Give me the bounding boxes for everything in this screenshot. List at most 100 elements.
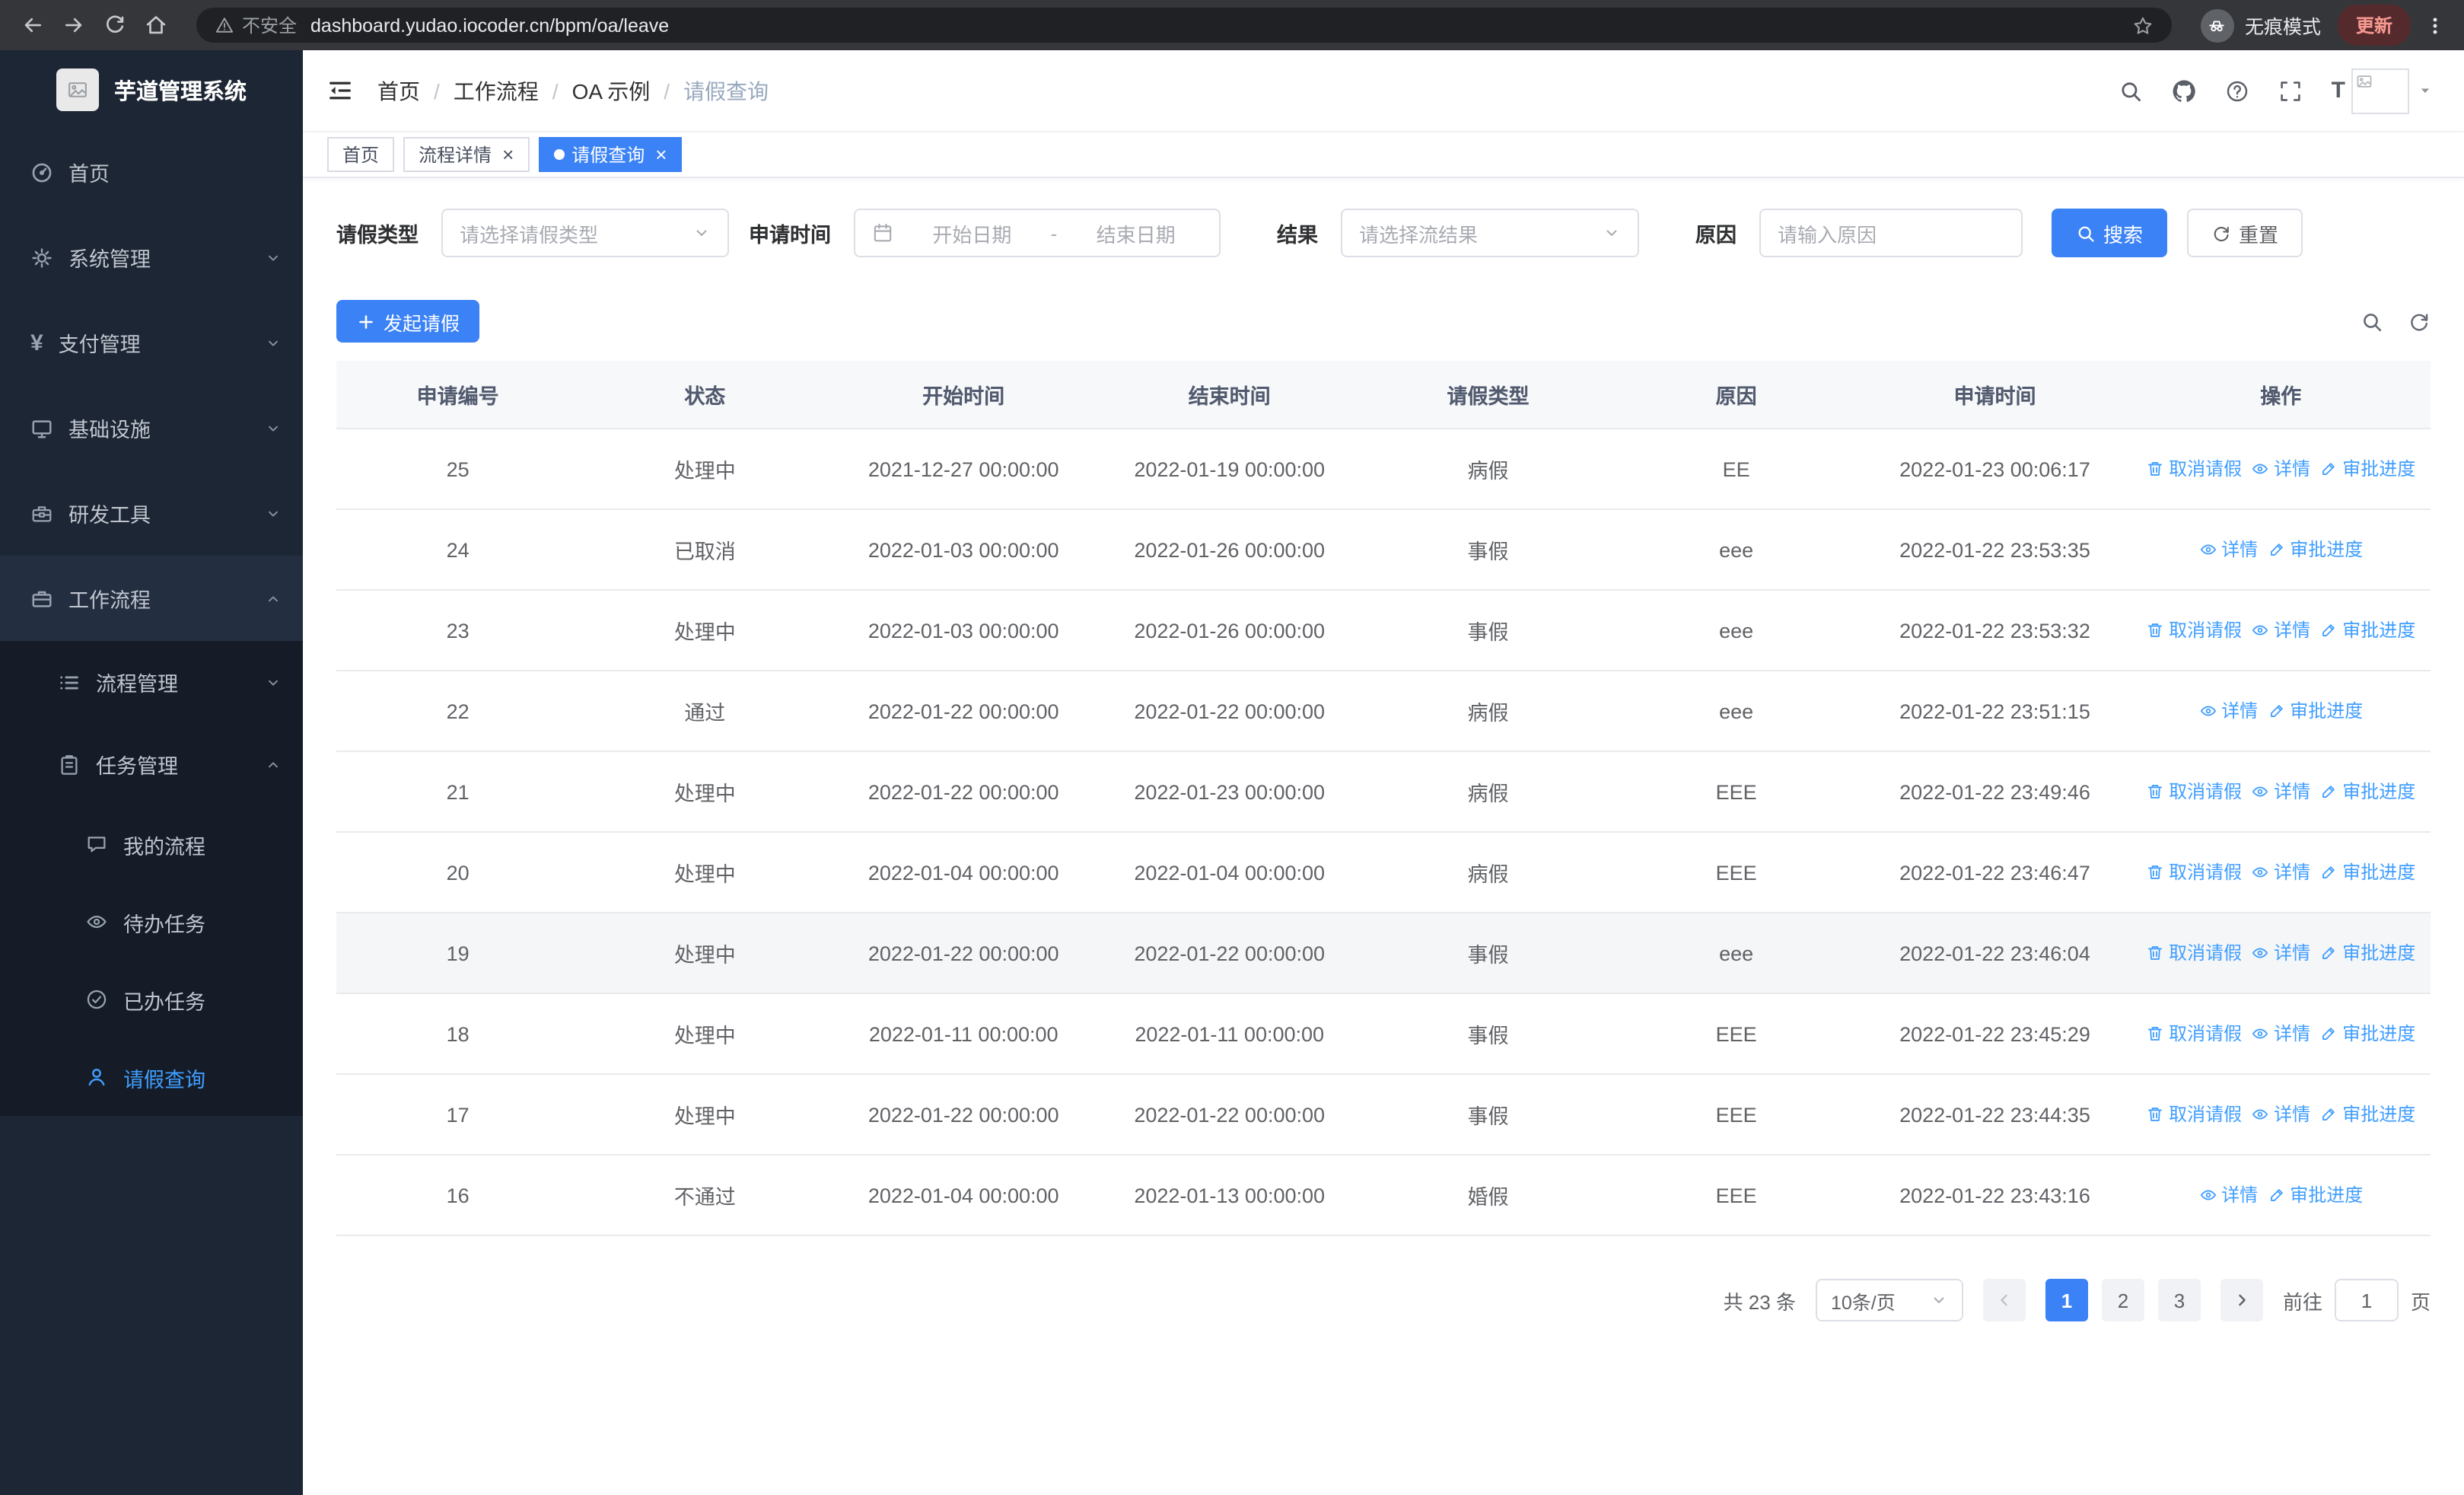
briefcase-icon bbox=[30, 587, 53, 610]
chevron-down-icon bbox=[265, 249, 282, 266]
sidebar-item-home[interactable]: 首页 bbox=[0, 129, 303, 215]
browser-menu-icon[interactable] bbox=[2421, 14, 2449, 36]
cancel-link[interactable]: 取消请假 bbox=[2146, 779, 2242, 805]
sidebar-item-payment-mgmt[interactable]: ¥ 支付管理 bbox=[0, 300, 303, 385]
refresh-table-icon[interactable] bbox=[2408, 310, 2431, 333]
fullscreen-icon[interactable] bbox=[2278, 78, 2303, 103]
progress-link[interactable]: 审批进度 bbox=[2267, 698, 2363, 724]
browser-update-button[interactable]: 更新 bbox=[2337, 5, 2411, 46]
breadcrumb-item[interactable]: 工作流程 bbox=[454, 75, 539, 106]
page-button-2[interactable]: 2 bbox=[2101, 1279, 2144, 1321]
table-tools bbox=[2361, 310, 2431, 333]
detail-link[interactable]: 详情 bbox=[2251, 779, 2310, 805]
detail-link-label: 详情 bbox=[2274, 942, 2311, 964]
progress-link[interactable]: 审批进度 bbox=[2319, 859, 2415, 885]
progress-link[interactable]: 审批进度 bbox=[2319, 1101, 2415, 1127]
detail-link[interactable]: 详情 bbox=[2198, 698, 2258, 724]
security-label: 不安全 bbox=[242, 15, 298, 37]
table-row: 22 通过 2022-01-22 00:00:00 2022-01-22 00:00:… bbox=[336, 671, 2431, 752]
progress-link-label: 审批进度 bbox=[2342, 458, 2416, 480]
page-size-select[interactable]: 10条/页 bbox=[1815, 1279, 1963, 1321]
search-button[interactable]: 搜索 bbox=[2052, 209, 2168, 257]
reload-icon[interactable] bbox=[103, 14, 126, 37]
security-chip[interactable]: 不安全 bbox=[215, 12, 297, 38]
leave-type-select[interactable]: 请选择请假类型 bbox=[441, 209, 729, 257]
trash-icon bbox=[2146, 621, 2164, 639]
sidebar-item-dev-tools[interactable]: 研发工具 bbox=[0, 470, 303, 556]
sidebar-item-todo-tasks[interactable]: 待办任务 bbox=[0, 883, 303, 961]
table-row: 23 处理中 2022-01-03 00:00:00 2022-01-26 00:00… bbox=[336, 590, 2431, 671]
reset-button[interactable]: 重置 bbox=[2187, 209, 2303, 257]
tab-home[interactable]: 首页 bbox=[327, 137, 395, 172]
tabs-bar: 首页 流程详情 × 请假查询 × bbox=[303, 132, 2464, 178]
apply-time-range-picker[interactable]: 开始日期 - 结束日期 bbox=[854, 209, 1221, 257]
close-icon[interactable]: × bbox=[502, 143, 514, 166]
column-header-6: 申请时间 bbox=[1858, 361, 2131, 429]
back-icon[interactable] bbox=[21, 14, 44, 37]
cancel-link[interactable]: 取消请假 bbox=[2146, 1021, 2242, 1047]
close-icon[interactable]: × bbox=[655, 143, 667, 166]
detail-link[interactable]: 详情 bbox=[2251, 617, 2310, 643]
progress-link[interactable]: 审批进度 bbox=[2319, 1021, 2415, 1047]
page-button-1[interactable]: 1 bbox=[2045, 1279, 2088, 1321]
sidebar-item-leave-query[interactable]: 请假查询 bbox=[0, 1038, 303, 1116]
cell-start-time: 2022-01-22 00:00:00 bbox=[830, 671, 1097, 752]
breadcrumb-item[interactable]: 首页 bbox=[377, 75, 420, 106]
cell-reason: EEE bbox=[1613, 993, 1859, 1075]
cell-end-time: 2022-01-13 00:00:00 bbox=[1096, 1155, 1363, 1236]
fontsize-icon[interactable]: T bbox=[2332, 79, 2345, 102]
sidebar-item-my-process[interactable]: 我的流程 bbox=[0, 805, 303, 883]
detail-link[interactable]: 详情 bbox=[2198, 537, 2258, 563]
cell-start-time: 2022-01-03 00:00:00 bbox=[830, 590, 1097, 671]
create-leave-button[interactable]: 发起请假 bbox=[336, 300, 480, 343]
sidebar-item-label: 系统管理 bbox=[68, 248, 151, 271]
tab-process-detail[interactable]: 流程详情 × bbox=[403, 137, 530, 172]
progress-link[interactable]: 审批进度 bbox=[2319, 456, 2415, 482]
cancel-link[interactable]: 取消请假 bbox=[2146, 1101, 2242, 1127]
address-bar[interactable]: 不安全 dashboard.yudao.iocoder.cn/bpm/oa/le… bbox=[196, 8, 2172, 43]
github-icon[interactable] bbox=[2172, 78, 2196, 103]
search-icon[interactable] bbox=[2119, 78, 2143, 103]
cell-apply-time: 2022-01-22 23:45:29 bbox=[1858, 993, 2131, 1075]
cancel-link[interactable]: 取消请假 bbox=[2146, 859, 2242, 885]
progress-link[interactable]: 审批进度 bbox=[2319, 779, 2415, 805]
cancel-link[interactable]: 取消请假 bbox=[2146, 617, 2242, 643]
toggle-search-icon[interactable] bbox=[2361, 310, 2383, 333]
sidebar-item-system-mgmt[interactable]: 系统管理 bbox=[0, 215, 303, 300]
sidebar-collapse-icon[interactable] bbox=[327, 78, 353, 104]
page-button-3[interactable]: 3 bbox=[2157, 1279, 2201, 1321]
bookmark-star-icon[interactable] bbox=[2132, 14, 2154, 36]
detail-link[interactable]: 详情 bbox=[2251, 859, 2310, 885]
leave-type-label: 请假类型 bbox=[336, 224, 419, 247]
reason-input[interactable]: 请输入原因 bbox=[1759, 209, 2023, 257]
home-icon[interactable] bbox=[145, 14, 167, 37]
user-avatar[interactable] bbox=[2351, 68, 2434, 113]
prev-page-button[interactable] bbox=[1982, 1279, 2026, 1321]
detail-link[interactable]: 详情 bbox=[2251, 940, 2310, 966]
breadcrumb-item[interactable]: OA 示例 bbox=[572, 75, 651, 106]
result-select[interactable]: 请选择流结果 bbox=[1341, 209, 1639, 257]
app-logo[interactable]: 芋道管理系统 bbox=[0, 50, 303, 129]
next-page-button[interactable] bbox=[2220, 1279, 2263, 1321]
detail-link[interactable]: 详情 bbox=[2251, 456, 2310, 482]
progress-link[interactable]: 审批进度 bbox=[2319, 940, 2415, 966]
forward-icon[interactable] bbox=[62, 14, 85, 37]
detail-link[interactable]: 详情 bbox=[2251, 1021, 2310, 1047]
goto-page-input[interactable] bbox=[2334, 1279, 2399, 1321]
sidebar-item-infrastructure[interactable]: 基础设施 bbox=[0, 385, 303, 470]
help-icon[interactable] bbox=[2225, 78, 2249, 103]
sidebar-item-label: 研发工具 bbox=[68, 504, 151, 527]
trash-icon bbox=[2146, 1025, 2164, 1043]
sidebar-item-process-mgmt[interactable]: 流程管理 bbox=[0, 641, 303, 723]
progress-link[interactable]: 审批进度 bbox=[2267, 537, 2363, 563]
sidebar-item-task-mgmt[interactable]: 任务管理 bbox=[0, 723, 303, 805]
cancel-link[interactable]: 取消请假 bbox=[2146, 456, 2242, 482]
sidebar-item-done-tasks[interactable]: 已办任务 bbox=[0, 961, 303, 1038]
progress-link[interactable]: 审批进度 bbox=[2319, 617, 2415, 643]
tab-leave-query[interactable]: 请假查询 × bbox=[538, 137, 683, 172]
progress-link[interactable]: 审批进度 bbox=[2267, 1182, 2363, 1208]
detail-link[interactable]: 详情 bbox=[2251, 1101, 2310, 1127]
sidebar-item-workflow[interactable]: 工作流程 bbox=[0, 556, 303, 641]
detail-link[interactable]: 详情 bbox=[2198, 1182, 2258, 1208]
cancel-link[interactable]: 取消请假 bbox=[2146, 940, 2242, 966]
